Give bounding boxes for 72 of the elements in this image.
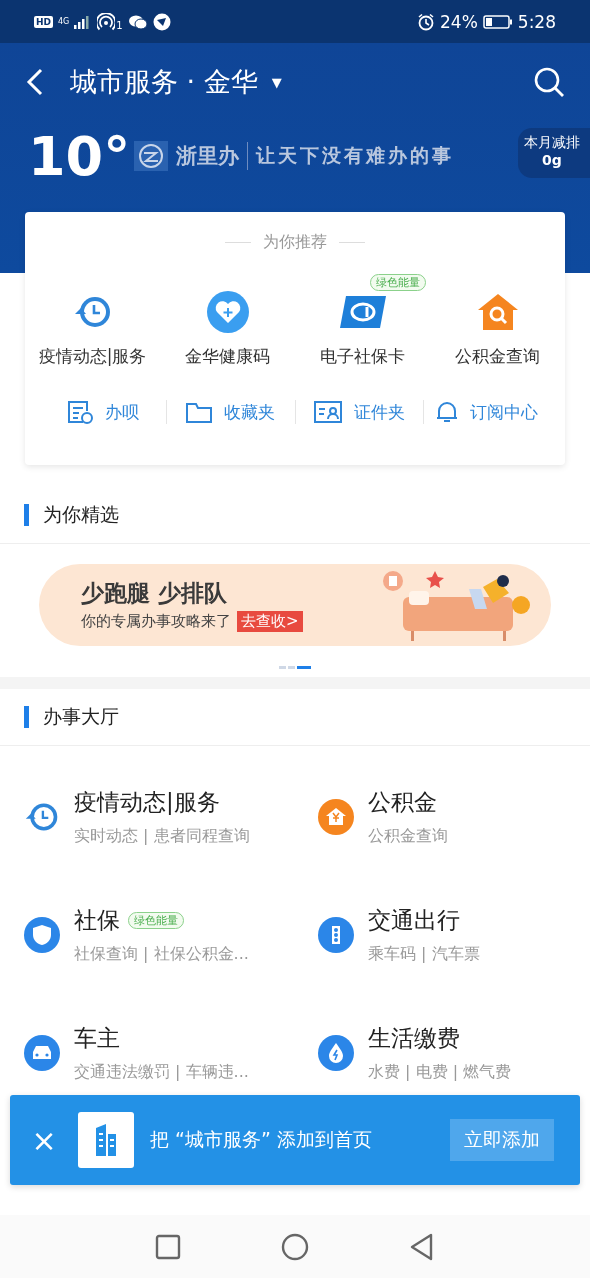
search-icon[interactable] (532, 65, 566, 99)
shortcut-link[interactable]: 订阅中心 (423, 400, 551, 424)
service-entry[interactable]: 生活缴费 水费 | 电费 | 燃气费 (318, 1016, 590, 1090)
entry-subtitle: 水费 | 电费 | 燃气费 (368, 1062, 512, 1083)
entry-subtitle: 社保查询 | 社保公积金... (74, 944, 249, 965)
logo-icon (134, 141, 169, 171)
chat-icon (127, 13, 148, 30)
clock: 5:28 (517, 11, 556, 32)
car-icon (24, 1035, 60, 1071)
service-item[interactable]: 疫情动态|服务 (25, 273, 160, 370)
notification-count: 1 (116, 20, 123, 31)
app-icon (152, 12, 171, 31)
recents-icon[interactable] (155, 1233, 181, 1260)
shortcut-link[interactable]: 办呗 (39, 400, 167, 424)
battery-percent: 24% (440, 11, 478, 32)
hd-icon: HD (34, 15, 53, 28)
service-entry[interactable]: 车主 交通违法缴罚 | 车辆违... (24, 1016, 318, 1090)
section-marker (24, 504, 29, 526)
recommend-title: 为你推荐 (263, 232, 327, 253)
card-icon (339, 296, 386, 328)
hotspot-icon (97, 12, 116, 31)
id-card-icon (313, 401, 342, 423)
service-entry[interactable]: 社保 绿色能量 社保查询 | 社保公积金... (24, 898, 318, 972)
emission-value: 0g (542, 152, 562, 168)
dropdown-icon[interactable]: ▼ (271, 74, 282, 90)
entry-title: 车主 (74, 1024, 120, 1053)
document-clock-icon (66, 400, 93, 424)
slogan-brand: 浙里办 (176, 142, 249, 170)
entry-title: 交通出行 (368, 906, 460, 935)
home-icon[interactable] (281, 1232, 309, 1261)
entry-title: 社保 (74, 906, 120, 935)
entry-title: 疫情动态|服务 (74, 788, 220, 817)
shortcut-link[interactable]: 证件夹 (295, 400, 423, 424)
section-marker (24, 706, 29, 728)
house-search-icon (477, 294, 518, 330)
traffic-light-icon (318, 917, 354, 953)
temperature: 10° (28, 124, 131, 188)
network-label: 4G (58, 17, 70, 26)
battery-icon (482, 14, 513, 29)
emission-label: 本月减排 (524, 134, 580, 152)
entry-subtitle: 乘车码 | 汽车票 (368, 944, 480, 965)
house-yen-icon (318, 799, 354, 835)
section-title: 办事大厅 (43, 704, 119, 729)
service-item[interactable]: 公积金查询 (430, 273, 565, 370)
entry-subtitle: 公积金查询 (368, 826, 448, 847)
alarm-icon (417, 12, 435, 31)
banner-headline: 少跑腿 少排队 (81, 579, 228, 608)
back-nav-icon[interactable] (409, 1232, 435, 1261)
shortcut-link[interactable]: 收藏夹 (167, 400, 295, 424)
slogan: 让天下没有难办的事 (256, 143, 455, 168)
section-title: 为你精选 (43, 502, 119, 527)
banner-subline: 你的专属办事攻略来了 (81, 612, 231, 631)
service-item[interactable]: 绿色能量 电子社保卡 (295, 273, 430, 370)
service-item[interactable]: 金华健康码 (160, 273, 295, 370)
service-entry[interactable]: 交通出行 乘车码 | 汽车票 (318, 898, 590, 972)
entry-subtitle: 实时动态 | 患者同程查询 (74, 826, 250, 847)
energy-badge: 绿色能量 (369, 274, 426, 291)
entry-title: 生活缴费 (368, 1024, 460, 1053)
toast-message: 把 “城市服务” 添加到首页 (150, 1127, 372, 1152)
city-title[interactable]: 城市服务 · 金华 (70, 64, 258, 100)
bell-icon (436, 400, 459, 424)
service-entry[interactable]: 公积金 公积金查询 (318, 780, 590, 854)
energy-badge: 绿色能量 (128, 912, 184, 929)
promo-banner[interactable]: 少跑腿 少排队 你的专属办事攻略来了 去查收> (39, 564, 551, 646)
shield-icon (24, 917, 60, 953)
building-icon (78, 1112, 134, 1168)
folder-icon (186, 401, 213, 423)
banner-action[interactable]: 去查收> (237, 611, 303, 632)
entry-subtitle: 交通违法缴罚 | 车辆违... (74, 1062, 249, 1083)
entry-title: 公积金 (368, 788, 437, 817)
water-drop-icon (318, 1035, 354, 1071)
service-entry[interactable]: 疫情动态|服务 实时动态 | 患者同程查询 (24, 780, 318, 854)
